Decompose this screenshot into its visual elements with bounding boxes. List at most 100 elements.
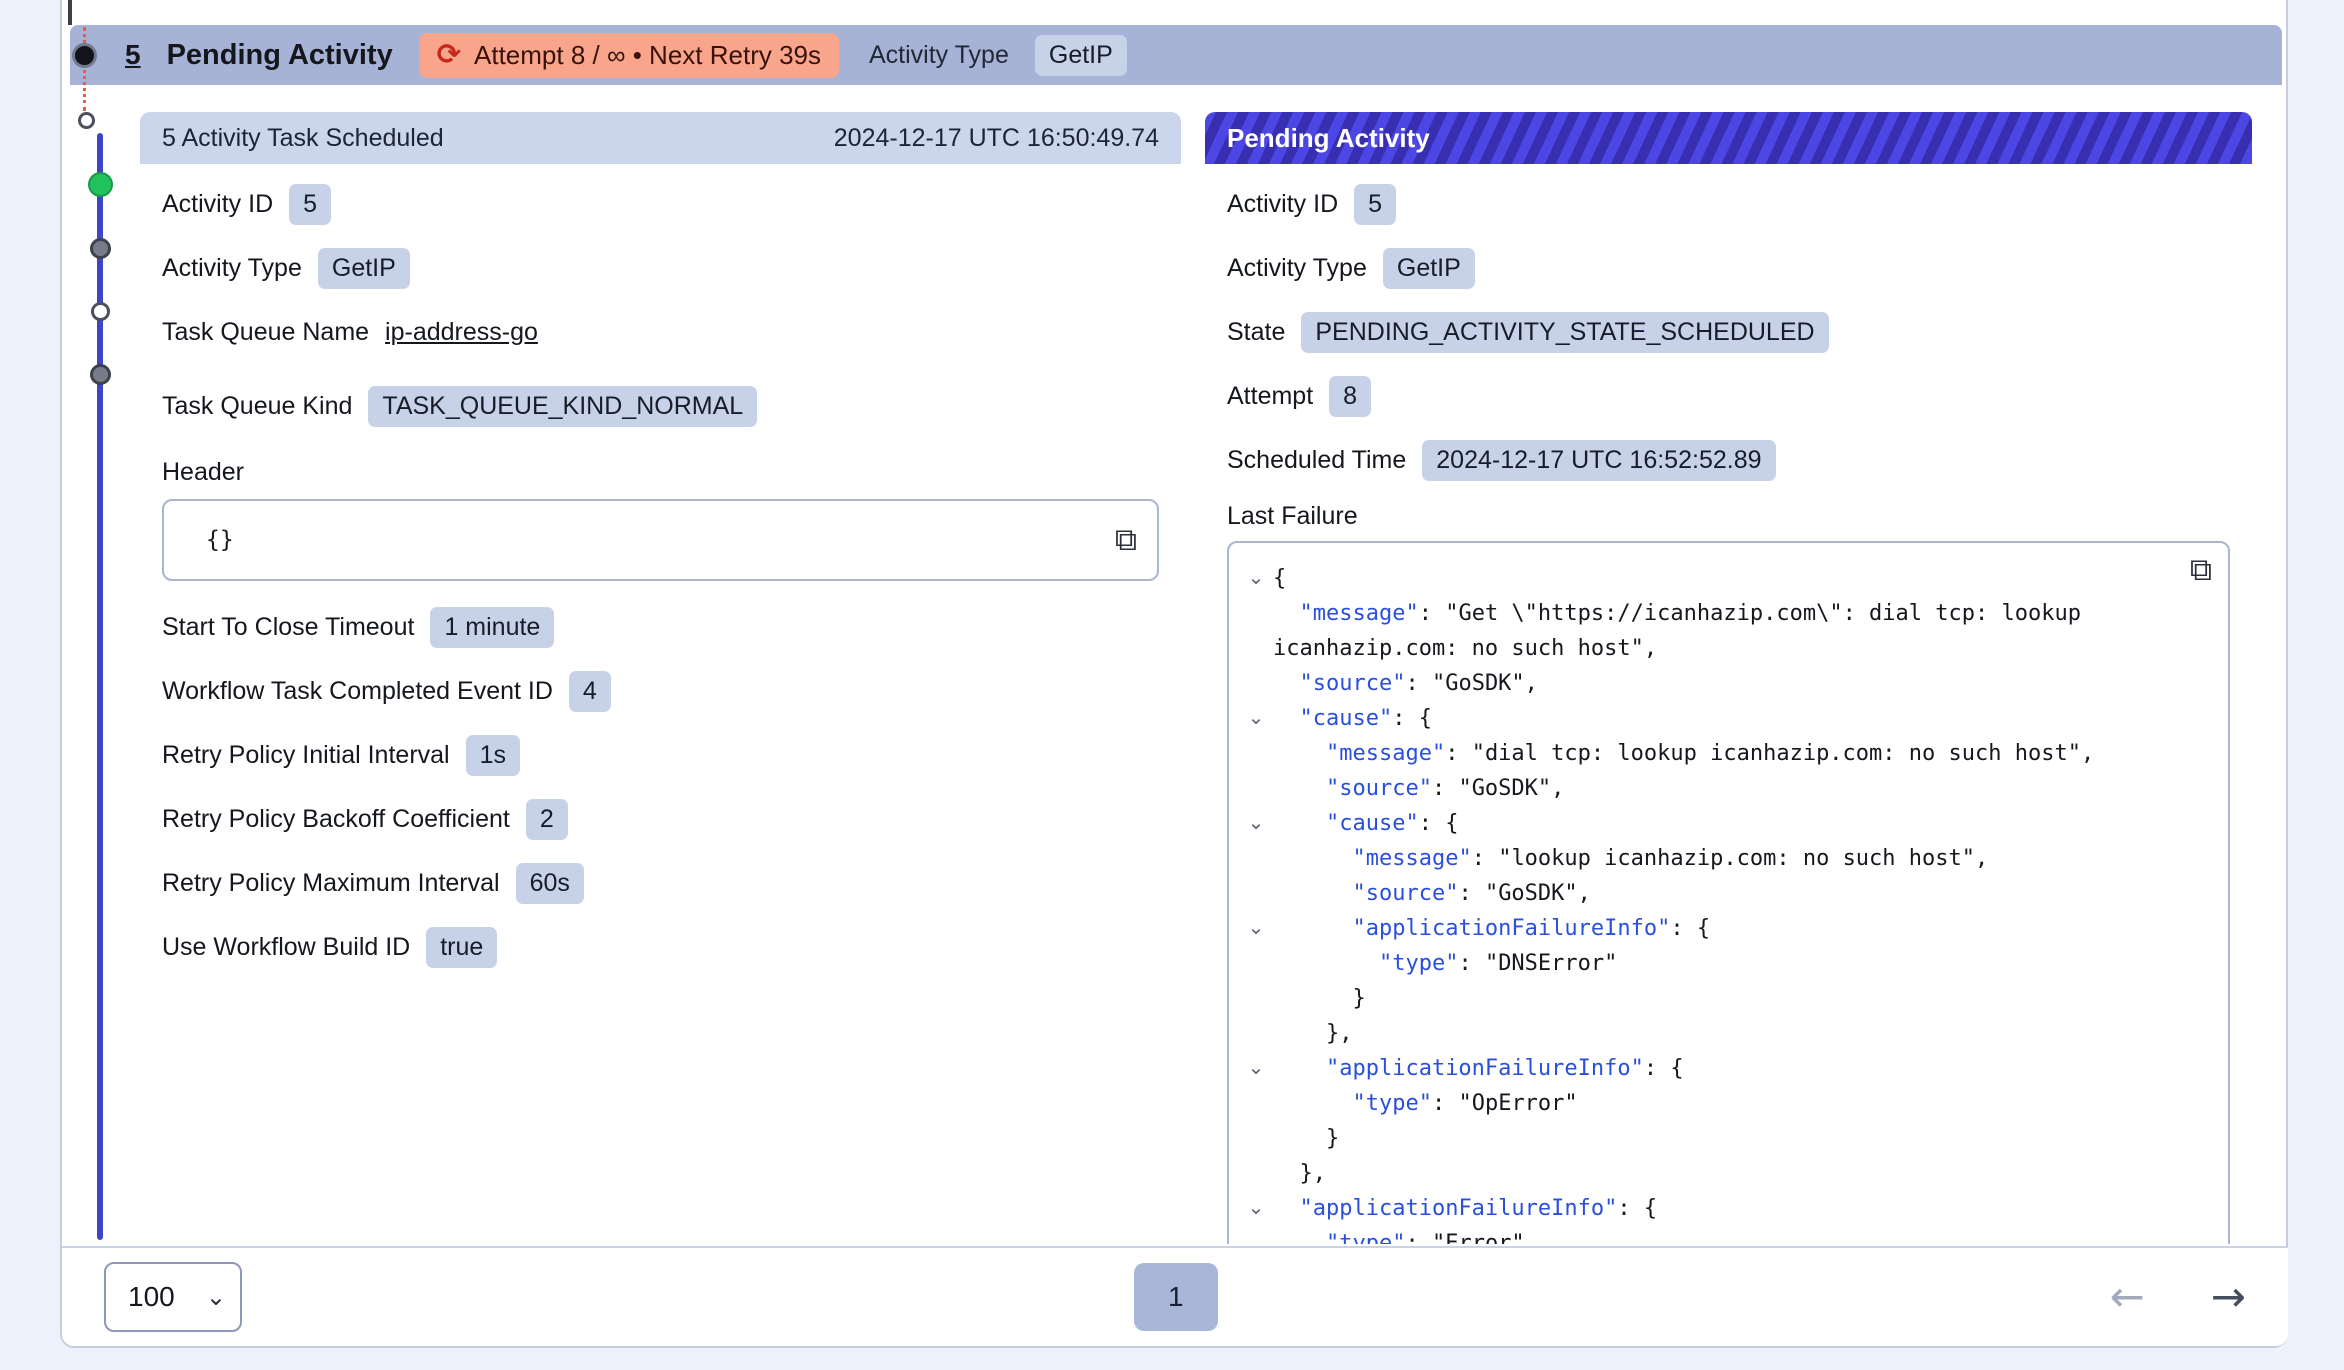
chevron-down-icon: ⌄ [206, 1283, 226, 1312]
pending-activity-header: Pending Activity [1205, 112, 2252, 164]
json-text: { [1273, 561, 1286, 596]
pending-activity-fields: Activity ID 5 Activity Type GetIP State PENDI… [1227, 182, 2230, 482]
field-row: Use Workflow Build IDtrue [162, 925, 1159, 969]
event-detail-header[interactable]: 5 Activity Task Scheduled 2024-12-17 UTC… [140, 112, 1181, 164]
json-line: "type": "OpError" [1239, 1086, 2210, 1121]
event-row-header[interactable]: 5 Pending Activity ⟳ Attempt 8 / ∞ • Nex… [70, 25, 2282, 85]
field-label: Retry Policy Backoff Coefficient [162, 805, 510, 834]
timeline-dot-dark-filled [72, 43, 97, 68]
field-header-payload: Header{}⧉ [162, 458, 1159, 581]
json-text: "cause": { [1273, 806, 1458, 841]
field-row: Retry Policy Initial Interval1s [162, 733, 1159, 777]
event-detail-panel: 5 Activity Task Scheduled 2024-12-17 UTC… [140, 112, 1181, 1244]
field-value-badge: 5 [289, 184, 331, 225]
last-failure-label: Last Failure [1227, 502, 2230, 531]
gutter-spacer [1239, 631, 1273, 666]
field-row: Scheduled Time2024-12-17 UTC 16:52:52.89 [1227, 438, 2230, 482]
field-value-badge: TASK_QUEUE_KIND_NORMAL [368, 386, 757, 427]
json-text: "cause": { [1273, 701, 1432, 736]
json-text: } [1273, 1121, 1339, 1156]
json-line: } [1239, 981, 2210, 1016]
json-text: "type": "OpError" [1273, 1086, 1578, 1121]
gutter-spacer [1239, 1226, 1273, 1244]
collapse-chevron-icon[interactable]: ⌄ [1239, 561, 1273, 596]
timeline-retry-dotted-line [83, 27, 86, 111]
gutter-spacer [1239, 1086, 1273, 1121]
json-line: ⌄{ [1239, 561, 2210, 596]
activity-type-label: Activity Type [869, 41, 1009, 70]
field-label: Task Queue Name [162, 318, 369, 347]
gutter-spacer [1239, 1016, 1273, 1051]
field-value-badge: 4 [569, 671, 611, 712]
retry-badge-text: Attempt 8 / ∞ • Next Retry 39s [474, 40, 821, 71]
collapse-chevron-icon[interactable]: ⌄ [1239, 806, 1273, 841]
field-label: Task Queue Kind [162, 392, 352, 421]
field-value-badge: 1s [466, 735, 520, 776]
field-row: Retry Policy Maximum Interval60s [162, 861, 1159, 905]
json-line: "source": "GoSDK", [1239, 876, 2210, 911]
field-label: Workflow Task Completed Event ID [162, 677, 553, 706]
json-text: "message": "lookup icanhazip.com: no suc… [1273, 841, 1988, 876]
collapse-chevron-icon[interactable]: ⌄ [1239, 701, 1273, 736]
page-number-button[interactable]: 1 [1134, 1263, 1218, 1331]
gutter-spacer [1239, 771, 1273, 806]
arrow-right-icon[interactable]: → [2211, 1276, 2246, 1318]
field-value-badge: 2 [526, 799, 568, 840]
json-line: } [1239, 1121, 2210, 1156]
header-payload-box: {}⧉ [162, 499, 1159, 581]
field-row: Start To Close Timeout1 minute [162, 605, 1159, 649]
page-size-select[interactable]: 100 ⌄ [104, 1262, 242, 1332]
collapse-chevron-icon[interactable]: ⌄ [1239, 911, 1273, 946]
page-size-value: 100 [128, 1281, 175, 1313]
retry-status-badge: ⟳ Attempt 8 / ∞ • Next Retry 39s [419, 33, 839, 78]
json-line: "type": "DNSError" [1239, 946, 2210, 981]
json-text: "applicationFailureInfo": { [1273, 1191, 1657, 1226]
pending-activity-title: Pending Activity [1227, 123, 1430, 154]
field-row: Task Queue Kind TASK_QUEUE_KIND_NORMAL [162, 384, 1159, 428]
activity-type-badge: GetIP [1035, 35, 1127, 76]
json-text: "applicationFailureInfo": { [1273, 911, 1710, 946]
timeline-dot-green [88, 172, 113, 197]
json-line: ⌄ "applicationFailureInfo": { [1239, 1051, 2210, 1086]
collapse-chevron-icon[interactable]: ⌄ [1239, 1051, 1273, 1086]
field-label: State [1227, 318, 1285, 347]
json-line: ⌄ "applicationFailureInfo": { [1239, 911, 2210, 946]
copy-icon[interactable]: ⧉ [1115, 525, 1137, 556]
collapse-chevron-icon[interactable]: ⌄ [1239, 1191, 1273, 1226]
json-line: "source": "GoSDK", [1239, 666, 2210, 701]
field-label: Activity ID [1227, 190, 1338, 219]
field-value-badge: GetIP [318, 248, 410, 289]
field-label: Activity Type [1227, 254, 1367, 283]
task-queue-link[interactable]: ip-address-go [385, 318, 538, 347]
json-text: }, [1273, 1016, 1352, 1051]
field-row: Attempt8 [1227, 374, 2230, 418]
json-text: "type": "Error" [1273, 1226, 1525, 1244]
event-title: Pending Activity [167, 39, 393, 72]
field-value-badge: GetIP [1383, 248, 1475, 289]
json-text: icanhazip.com: no such host", [1273, 631, 1657, 666]
event-id-link[interactable]: 5 [125, 39, 141, 71]
json-text: "source": "GoSDK", [1273, 876, 1591, 911]
json-text: "source": "GoSDK", [1273, 771, 1564, 806]
gutter-spacer [1239, 666, 1273, 701]
json-line: ⌄ "cause": { [1239, 806, 2210, 841]
json-text: "message": "dial tcp: lookup icanhazip.c… [1273, 736, 2094, 771]
timeline-rail [97, 133, 103, 1240]
json-line: "message": "dial tcp: lookup icanhazip.c… [1239, 736, 2210, 771]
field-value-badge: true [426, 927, 497, 968]
field-row: State PENDING_ACTIVITY_STATE_SCHEDULED [1227, 310, 2230, 354]
json-text: "applicationFailureInfo": { [1273, 1051, 1684, 1086]
gutter-spacer [1239, 946, 1273, 981]
arrow-left-icon[interactable]: ← [2110, 1276, 2145, 1318]
field-row: Activity ID 5 [162, 182, 1159, 226]
field-value-badge: PENDING_ACTIVITY_STATE_SCHEDULED [1301, 312, 1828, 353]
event-detail-timestamp: 2024-12-17 UTC 16:50:49.74 [834, 124, 1159, 153]
json-text: }, [1273, 1156, 1326, 1191]
field-row: Activity TypeGetIP [162, 246, 1159, 290]
json-text: "type": "DNSError" [1273, 946, 1617, 981]
field-value-badge: 2024-12-17 UTC 16:52:52.89 [1422, 440, 1775, 481]
field-value-badge: 5 [1354, 184, 1396, 225]
copy-icon[interactable]: ⧉ [2190, 555, 2212, 586]
timeline-dot-gray-filled [90, 238, 111, 259]
field-label: Activity ID [162, 190, 273, 219]
